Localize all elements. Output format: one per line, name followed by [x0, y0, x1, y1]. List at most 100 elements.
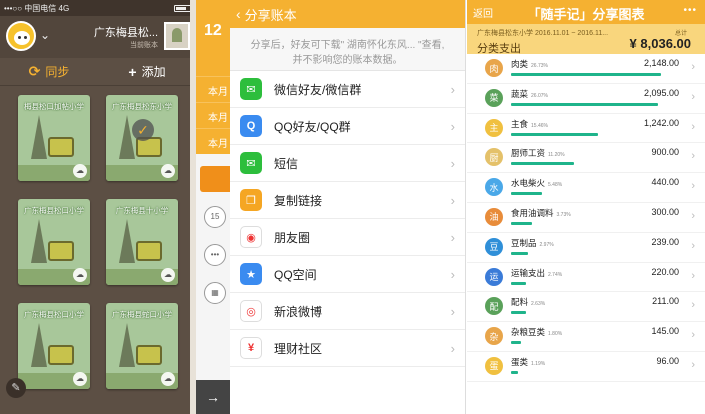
category-percent: 1.80% [548, 331, 563, 338]
category-name-group: 厨师工资 11.20% [511, 147, 565, 159]
book-card[interactable]: 广东梅县十小学 ☁ [106, 199, 178, 285]
calendar-icon[interactable]: 15 [204, 206, 226, 228]
back-chevron-icon[interactable]: ‹ [236, 6, 241, 22]
more-dots-icon[interactable]: ••• [204, 244, 226, 266]
chevron-right-icon: › [691, 209, 695, 222]
category-amount: 1,242.00 [643, 117, 679, 128]
category-icon: 肉 [485, 59, 503, 77]
category-name: 水电柴火 [511, 178, 546, 189]
chevron-right-icon: › [450, 118, 455, 134]
category-amount: 239.00 [651, 236, 679, 247]
category-row[interactable]: 肉肉类 26.73% 2,148.00 › [467, 54, 705, 84]
tv-illustration [136, 241, 162, 261]
chevron-right-icon: › [691, 239, 695, 252]
share-option[interactable]: ❐ 复制链接 › [230, 182, 465, 219]
category-percent: 2.63% [531, 301, 546, 308]
category-percent: 1.19% [531, 360, 546, 367]
share-option[interactable]: Q QQ好友/QQ群 › [230, 108, 465, 145]
category-percent: 26.07% [531, 92, 548, 99]
current-book-caption: 当前账本 [130, 42, 158, 49]
book-card[interactable]: 广东梅县松东小学 ✓ ☁ [106, 95, 178, 181]
category-row[interactable]: 杂杂粮豆类 1.80% 145.00 › [467, 322, 705, 352]
category-amount: 145.00 [651, 326, 679, 337]
share-option[interactable]: ★ QQ空间 › [230, 256, 465, 293]
share-description: 分享后，好友可下载" 湖南怀化东风... "查看, 并不影响您的账本数据。 [230, 28, 465, 70]
category-name: 厨师工资 [511, 148, 546, 159]
chevron-right-icon: › [691, 120, 695, 133]
category-name-group: 蔬菜 26.07% [511, 88, 548, 100]
share-option[interactable]: ◎ 新浪微博 › [230, 293, 465, 330]
arrow-right-icon[interactable]: → [196, 380, 230, 414]
category-row[interactable]: 运运输支出 2.74% 220.00 › [467, 263, 705, 293]
category-row[interactable]: 蛋蛋类 1.19% 96.00 › [467, 352, 705, 382]
current-book-thumbnail[interactable] [164, 22, 190, 50]
category-name-group: 杂粮豆类 1.80% [511, 326, 562, 338]
category-row[interactable]: 配配料 2.63% 211.00 › [467, 292, 705, 323]
sms-icon: ✉ [240, 152, 262, 174]
sync-button[interactable]: ⟳ 同步 [0, 63, 98, 80]
category-row[interactable]: 菜蔬菜 26.07% 2,095.00 › [467, 84, 705, 114]
book-card[interactable]: 广东梅县蛇口小学 ☁ [106, 303, 178, 389]
category-row[interactable]: 主主食 15.46% 1,242.00 › [467, 114, 705, 144]
category-row[interactable]: 水水电柴火 5.48% 440.00 › [467, 173, 705, 203]
share-option[interactable]: ✉ 短信 › [230, 145, 465, 182]
cloud-sync-icon: ☁ [161, 372, 175, 386]
category-name-group: 配料 2.63% [511, 296, 545, 308]
category-percent: 3.73% [556, 211, 571, 218]
category-row[interactable]: 油食用油调料 3.73% 300.00 › [467, 203, 705, 233]
finance-community-icon: ¥ [240, 337, 262, 359]
share-option-label: 短信 [274, 156, 299, 171]
category-amount: 96.00 [656, 355, 679, 366]
current-book-name[interactable]: 广东梅县松... [94, 24, 158, 40]
status-bar: •••○○ 中国电信 4G [0, 0, 196, 16]
share-option[interactable]: ✉ 微信好友/微信群 › [230, 71, 465, 108]
category-name-group: 蛋类 1.19% [511, 356, 545, 368]
chevron-right-icon: › [450, 303, 455, 319]
category-name: 肉类 [511, 59, 529, 69]
tv-illustration [48, 137, 74, 157]
month-row[interactable]: 本月 [196, 128, 230, 154]
month-row[interactable]: 本月 [196, 102, 230, 128]
share-option[interactable]: ◉ 朋友圈 › [230, 219, 465, 256]
book-card[interactable]: 广东梅县松口小学 ☁ [18, 199, 90, 285]
tower-illustration [119, 323, 135, 367]
category-amount: 211.00 [652, 296, 679, 307]
tv-illustration [136, 345, 162, 365]
share-option[interactable]: ¥ 理财社区 › [230, 330, 465, 367]
edit-pencil-icon[interactable]: ✎ [6, 378, 26, 398]
category-row[interactable]: 豆豆制品 2.97% 239.00 › [467, 233, 705, 263]
side-icon-list: 15 ••• ▦ [198, 206, 228, 320]
category-percent: 5.48% [548, 182, 563, 189]
plus-icon: + [128, 63, 137, 80]
avatar[interactable] [6, 21, 36, 51]
grid-icon[interactable]: ▦ [204, 282, 226, 304]
sync-label: 同步 [45, 65, 70, 79]
tower-illustration [119, 115, 135, 159]
category-icon: 蛋 [485, 356, 503, 375]
tv-illustration [48, 241, 74, 261]
month-row[interactable]: 本月 [196, 76, 230, 102]
chevron-right-icon: › [691, 329, 695, 342]
chevron-right-icon: › [691, 90, 695, 103]
share-option-label: 朋友圈 [274, 230, 311, 245]
category-amount: 900.00 [651, 147, 679, 158]
category-name: 主食 [511, 118, 529, 129]
cloud-sync-icon: ☁ [73, 268, 87, 282]
moments-icon: ◉ [240, 226, 262, 248]
share-option-label: 新浪微博 [274, 304, 323, 319]
category-name: 豆制品 [511, 237, 537, 248]
category-name-group: 食用油调料 3.73% [511, 207, 571, 219]
chevron-down-icon[interactable]: ⌄ [40, 28, 50, 42]
category-percent: 2.97% [539, 241, 554, 248]
add-book-button[interactable]: + 添加 [98, 63, 196, 80]
add-label: 添加 [141, 65, 166, 79]
book-card[interactable]: 广东梅县松口小学 ☁ [18, 303, 90, 389]
category-name-group: 豆制品 2.97% [511, 237, 554, 249]
record-button[interactable] [200, 166, 230, 192]
category-icon: 杂 [485, 327, 503, 346]
more-icon[interactable]: ••• [683, 5, 697, 16]
category-percent: 2.74% [548, 271, 563, 278]
category-row[interactable]: 厨厨师工资 11.20% 900.00 › [467, 143, 705, 174]
book-card[interactable]: 梅县松口加帖小学 ☁ [18, 95, 90, 181]
category-share-bar [511, 370, 518, 374]
